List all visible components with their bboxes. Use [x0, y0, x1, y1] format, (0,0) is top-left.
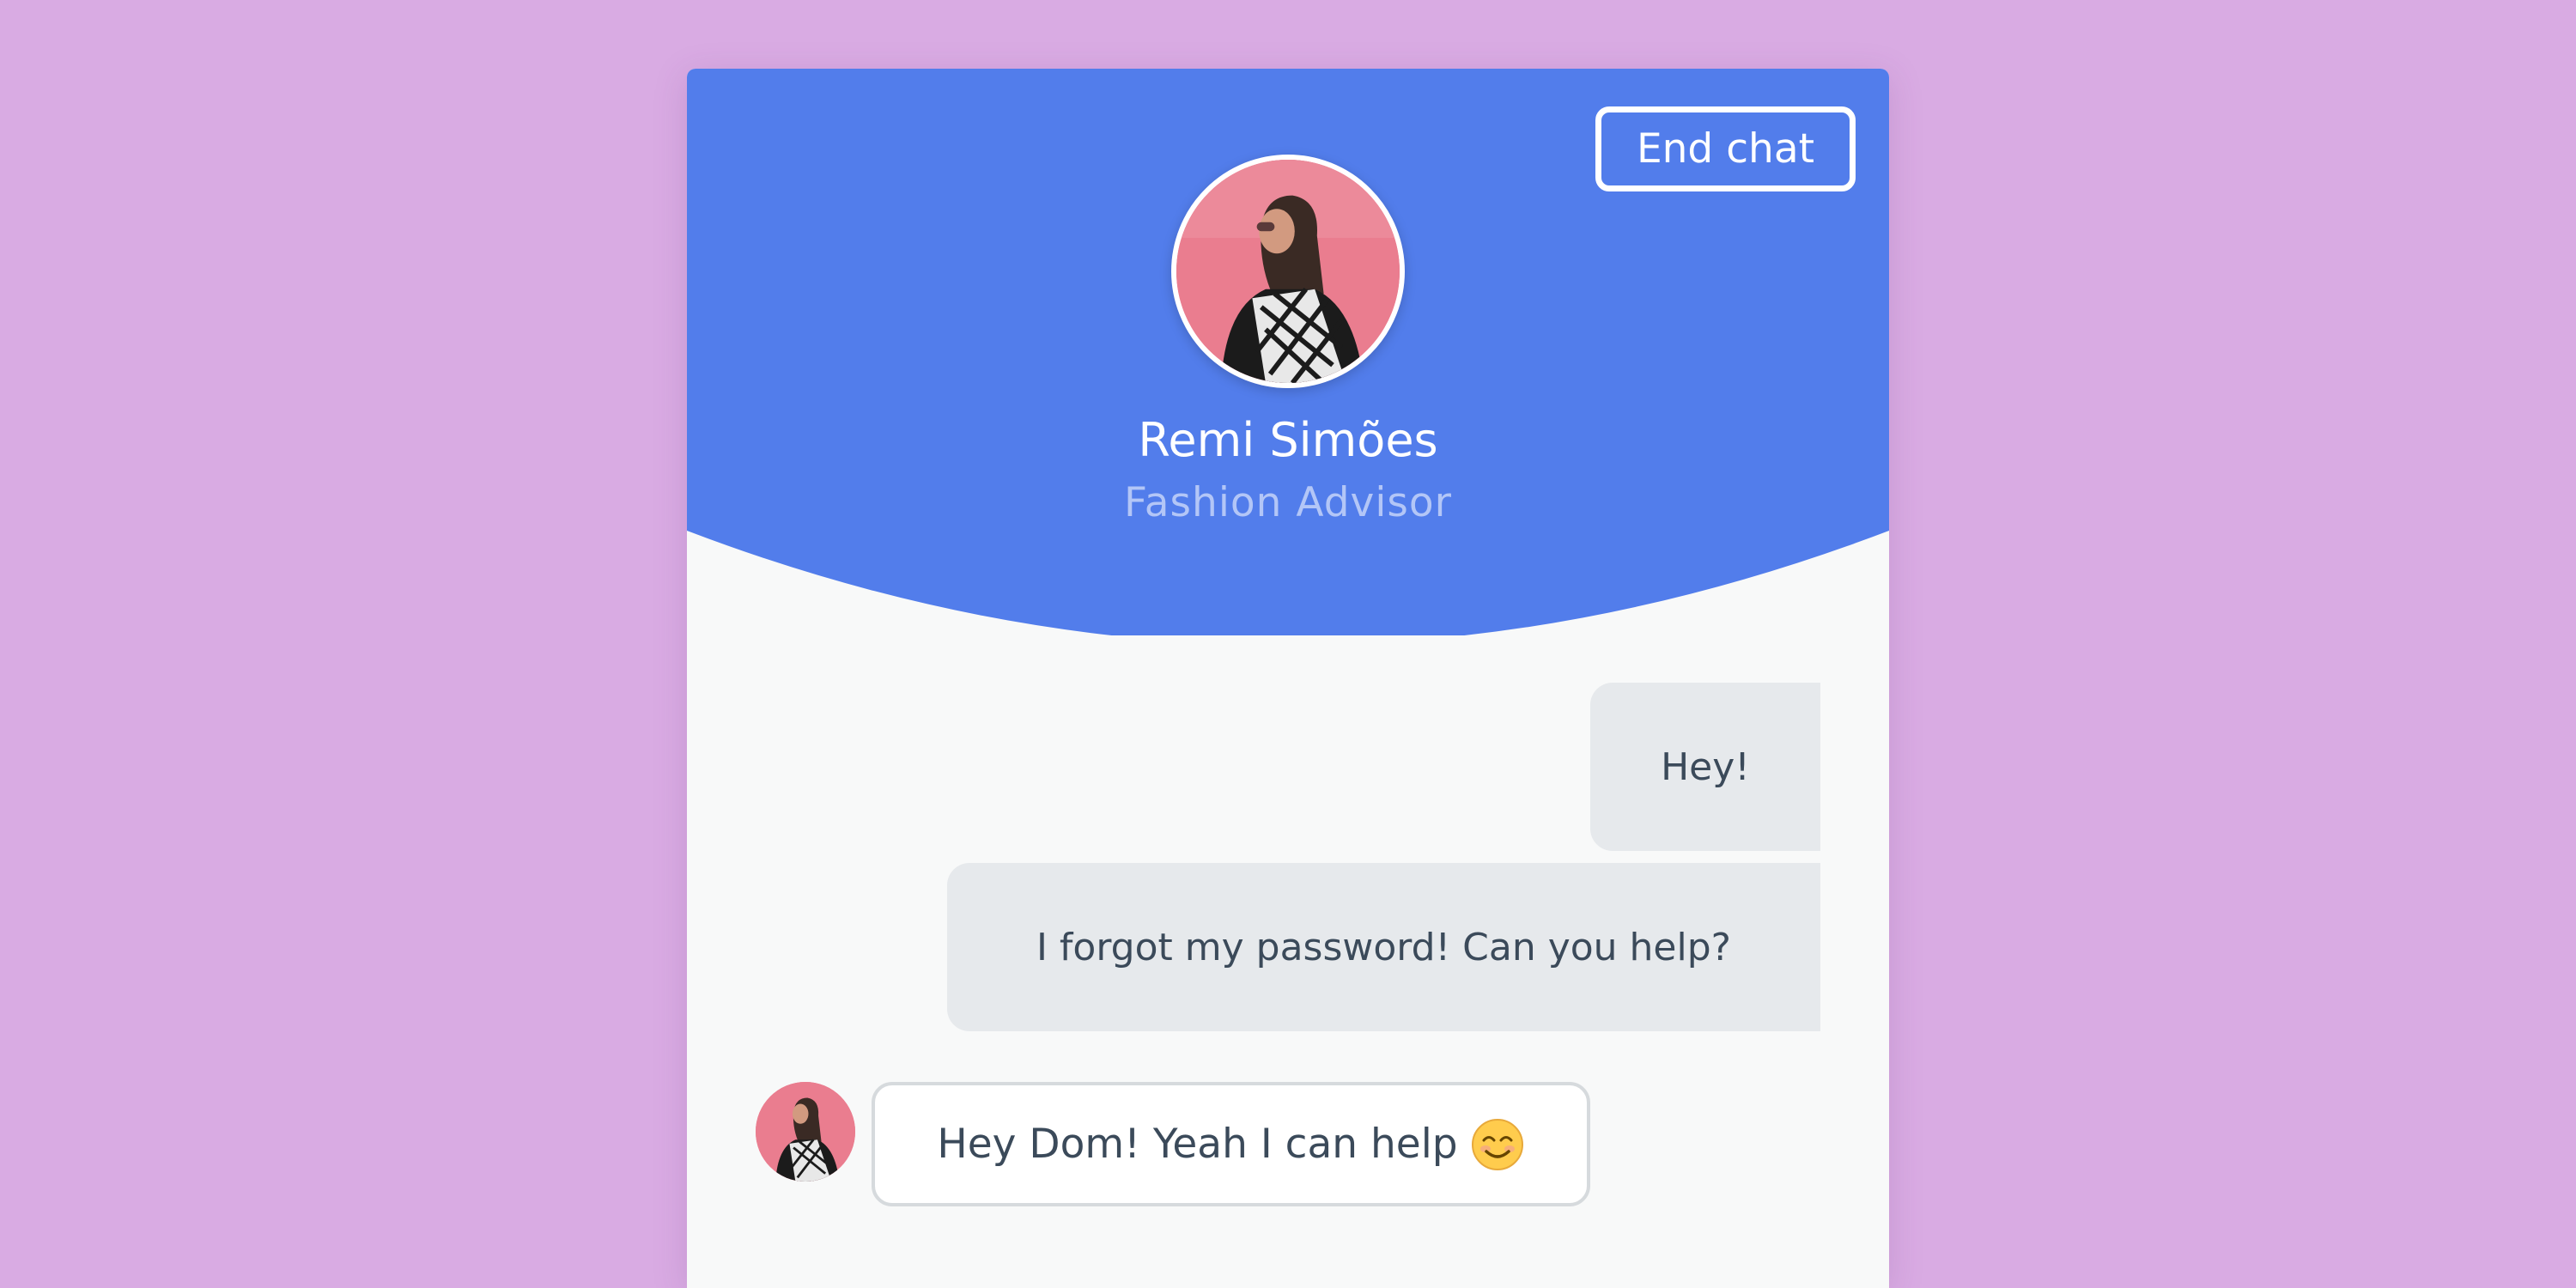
person-photo-icon: [756, 1082, 855, 1182]
outgoing-message: Hey!: [1590, 683, 1820, 851]
incoming-message-text: Hey Dom! Yeah I can help: [937, 1121, 1458, 1168]
message-list: Hey! I forgot my password! Can you help?: [687, 69, 1889, 1288]
outgoing-message: I forgot my password! Can you help?: [947, 863, 1820, 1031]
incoming-message-row: Hey Dom! Yeah I can help: [756, 1082, 1700, 1211]
smiling-face-icon: [1470, 1117, 1525, 1172]
incoming-message: Hey Dom! Yeah I can help: [872, 1082, 1590, 1206]
chat-window: End chat Remi Simões Fashion Advisor Hey…: [687, 69, 1889, 1288]
agent-small-avatar: [756, 1082, 855, 1182]
